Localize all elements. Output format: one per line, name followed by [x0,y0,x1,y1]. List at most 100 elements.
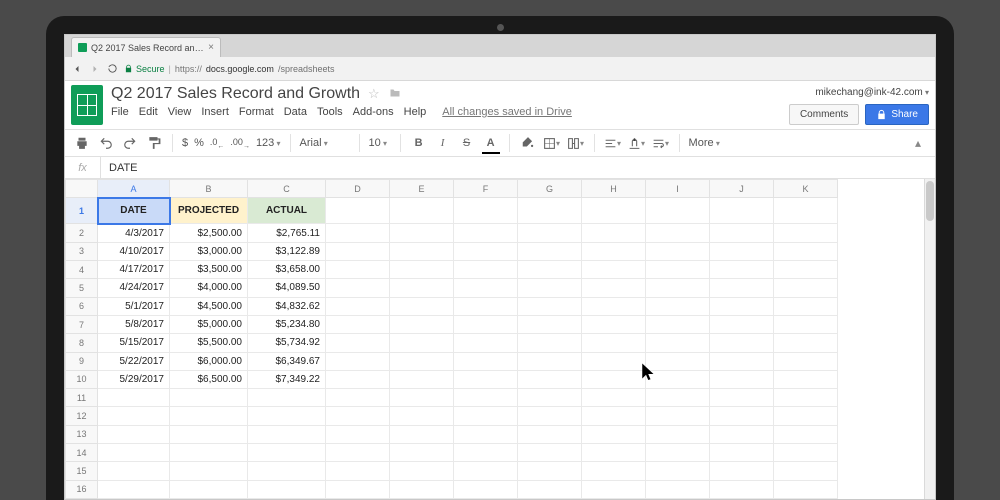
row-header[interactable]: 10 [66,370,98,388]
menu-file[interactable]: File [111,106,129,118]
sheets-logo-icon[interactable] [71,85,103,125]
cell[interactable] [390,334,454,352]
cell[interactable] [774,480,838,498]
cell[interactable] [98,462,170,480]
cell[interactable] [518,315,582,333]
cell[interactable] [454,315,518,333]
row-header[interactable]: 11 [66,389,98,407]
cell[interactable] [518,444,582,462]
cell[interactable] [326,444,390,462]
cell[interactable] [710,425,774,443]
cell[interactable] [454,352,518,370]
cell[interactable] [326,334,390,352]
cell[interactable] [710,480,774,498]
cell[interactable] [646,334,710,352]
cell[interactable] [326,297,390,315]
cell[interactable] [390,198,454,224]
cell[interactable] [326,389,390,407]
format-percent-button[interactable]: % [194,137,204,149]
formula-input[interactable]: DATE [101,162,138,174]
cell[interactable] [518,407,582,425]
row-header[interactable]: 5 [66,279,98,297]
print-icon[interactable] [73,134,91,152]
close-icon[interactable]: × [208,42,214,53]
row-header[interactable]: 16 [66,480,98,498]
cell[interactable]: 4/17/2017 [98,261,170,279]
comments-button[interactable]: Comments [789,104,859,125]
menu-tools[interactable]: Tools [317,106,343,118]
cell[interactable] [248,480,326,498]
cell[interactable]: $6,349.67 [248,352,326,370]
horizontal-align-button[interactable] [604,134,622,152]
cell[interactable] [646,425,710,443]
cell[interactable] [710,224,774,242]
cell[interactable] [582,425,646,443]
column-header[interactable]: E [390,180,454,198]
cell[interactable] [326,224,390,242]
cell[interactable]: 4/3/2017 [98,224,170,242]
cell[interactable] [582,242,646,260]
cell[interactable] [390,444,454,462]
cell[interactable] [646,462,710,480]
redo-icon[interactable] [121,134,139,152]
cell[interactable]: $2,500.00 [170,224,248,242]
cell[interactable] [518,242,582,260]
column-header[interactable]: G [518,180,582,198]
column-header[interactable]: J [710,180,774,198]
cell[interactable] [170,389,248,407]
cell[interactable] [774,389,838,407]
cell[interactable] [390,315,454,333]
column-header[interactable]: F [454,180,518,198]
cell[interactable] [454,198,518,224]
row-header[interactable]: 2 [66,224,98,242]
cell[interactable] [710,462,774,480]
cell[interactable] [454,261,518,279]
cell[interactable] [326,370,390,388]
cell[interactable]: $4,500.00 [170,297,248,315]
undo-icon[interactable] [97,134,115,152]
cell[interactable] [582,279,646,297]
forward-icon[interactable] [89,63,101,75]
cell[interactable] [774,279,838,297]
number-format-dropdown[interactable]: 123 [256,137,281,149]
column-header[interactable]: H [582,180,646,198]
browser-tab[interactable]: Q2 2017 Sales Record and Gro × [71,37,221,57]
cell[interactable] [248,425,326,443]
cell[interactable] [454,480,518,498]
cell[interactable] [454,224,518,242]
cell[interactable] [454,425,518,443]
fill-color-button[interactable] [519,134,537,152]
cell[interactable]: $5,234.80 [248,315,326,333]
cell[interactable]: $4,089.50 [248,279,326,297]
cell[interactable] [326,352,390,370]
toolbar-expand-icon[interactable]: ▴ [909,134,927,152]
cell[interactable] [710,352,774,370]
text-color-button[interactable]: A [482,134,500,152]
cell[interactable] [774,297,838,315]
cell[interactable]: ACTUAL [248,198,326,224]
star-icon[interactable]: ☆ [368,86,380,102]
cell[interactable] [98,425,170,443]
cell[interactable] [582,389,646,407]
menu-insert[interactable]: Insert [201,106,229,118]
cell[interactable]: $5,500.00 [170,334,248,352]
cell[interactable] [774,352,838,370]
decrease-decimal-button[interactable]: .0← [210,137,225,150]
column-header[interactable]: B [170,180,248,198]
cell[interactable]: $3,658.00 [248,261,326,279]
cell[interactable] [518,334,582,352]
cell[interactable] [582,224,646,242]
cell[interactable] [390,261,454,279]
cell[interactable] [248,462,326,480]
vertical-align-button[interactable] [628,134,646,152]
select-all-corner[interactable] [66,180,98,198]
cell[interactable] [646,242,710,260]
cell[interactable] [774,462,838,480]
cell[interactable] [170,462,248,480]
menu-format[interactable]: Format [239,106,274,118]
cell[interactable] [710,242,774,260]
cell[interactable] [248,389,326,407]
cell[interactable]: 5/15/2017 [98,334,170,352]
cell[interactable] [774,407,838,425]
cell[interactable] [582,198,646,224]
